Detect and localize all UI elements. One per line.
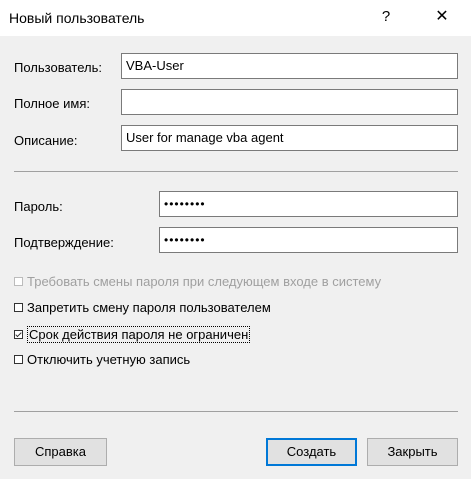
option-never-expires[interactable]: Срок действия пароля не ограничен <box>14 326 251 343</box>
option-prevent-change-label: Запретить смену пароля пользователем <box>27 300 271 315</box>
option-disable-account[interactable]: Отключить учетную запись <box>14 352 190 367</box>
confirm-label: Подтверждение: <box>14 235 114 250</box>
checkbox-require-change[interactable] <box>14 277 23 286</box>
description-label: Описание: <box>14 133 78 148</box>
fullname-label: Полное имя: <box>14 96 90 111</box>
password-label: Пароль: <box>14 199 63 214</box>
close-icon[interactable]: ✕ <box>424 4 460 30</box>
option-never-expires-label: Срок действия пароля не ограничен <box>27 326 251 343</box>
title-bar: Новый пользователь ? ✕ <box>0 0 471 36</box>
user-label: Пользователь: <box>14 60 102 75</box>
checkbox-disable-account[interactable] <box>14 355 23 364</box>
separator-top <box>14 171 458 172</box>
confirm-password-input[interactable]: •••••••• <box>159 227 458 253</box>
close-button[interactable]: Закрыть <box>367 438 458 466</box>
user-input[interactable]: VBA-User <box>121 53 458 79</box>
window-title: Новый пользователь <box>9 10 145 26</box>
checkbox-prevent-change[interactable] <box>14 303 23 312</box>
option-require-change-label: Требовать смены пароля при следующем вхо… <box>27 274 382 289</box>
create-button[interactable]: Создать <box>266 438 357 466</box>
description-input[interactable]: User for manage vba agent <box>121 125 458 151</box>
option-disable-account-label: Отключить учетную запись <box>27 352 191 367</box>
checkbox-never-expires[interactable] <box>14 330 23 339</box>
help-button[interactable]: Справка <box>14 438 107 466</box>
option-require-change[interactable]: Требовать смены пароля при следующем вхо… <box>14 274 381 289</box>
password-input[interactable]: •••••••• <box>159 191 458 217</box>
separator-bottom <box>14 411 458 412</box>
help-icon[interactable]: ? <box>374 4 398 30</box>
option-prevent-change[interactable]: Запретить смену пароля пользователем <box>14 300 271 315</box>
fullname-input[interactable] <box>121 89 458 115</box>
